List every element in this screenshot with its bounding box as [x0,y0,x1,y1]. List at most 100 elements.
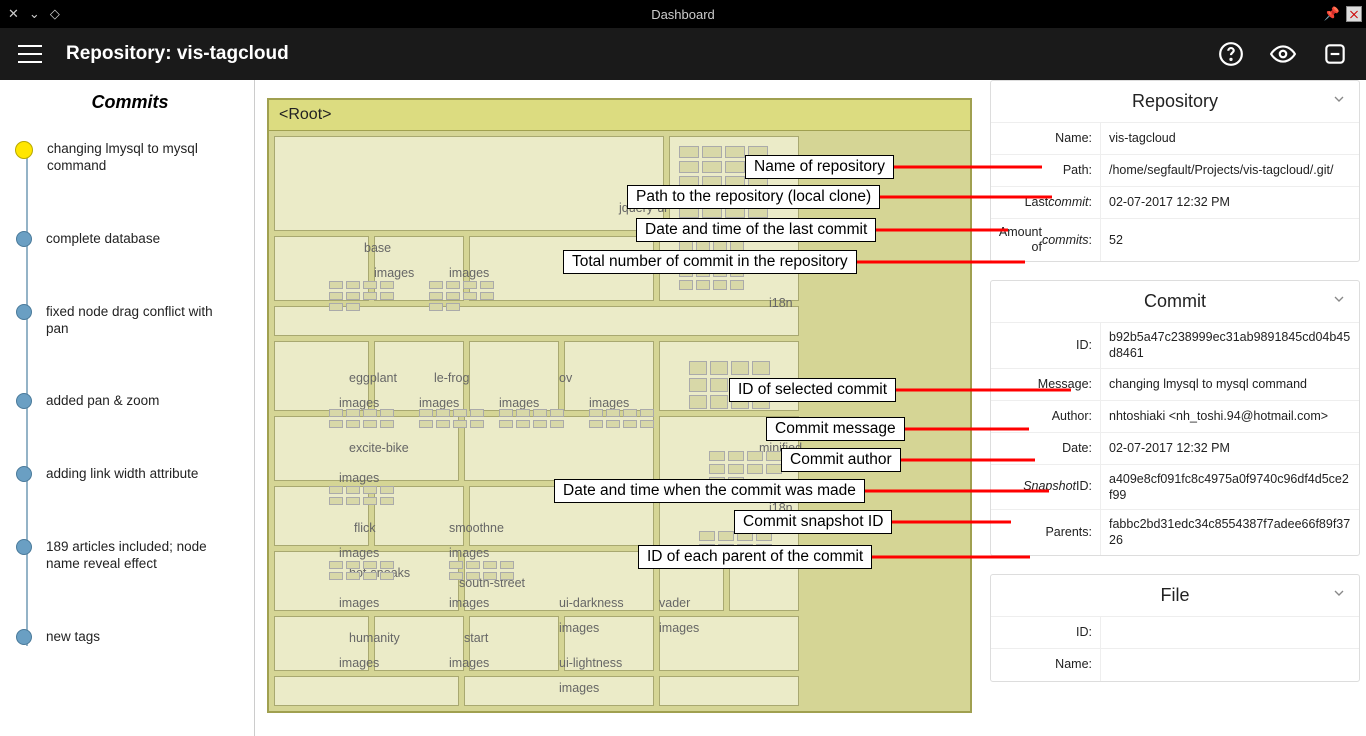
kv-value: fabbc2bd31edc34c8554387f7adee66f89f3726 [1101,510,1359,555]
chevron-down-icon [1331,291,1347,312]
treemap-label: images [449,656,489,670]
annotation-callout: Name of repository [745,155,894,179]
kv-row: Author:nhtoshiaki <nh_toshi.94@hotmail.c… [991,401,1359,433]
annotation-line [872,556,1030,559]
annotation-label: Commit author [781,448,901,472]
treemap-label: vader [659,596,690,610]
repository-panel: Repository Name:vis-tagcloudPath:/home/s… [990,80,1360,262]
sidebar-title: Commits [16,92,244,113]
kv-key: Name: [991,123,1101,154]
treemap-label: le-frog [434,371,469,385]
kv-row: Last commit:02-07-2017 12:32 PM [991,187,1359,219]
annotation-label: Total number of commit in the repository [563,250,857,274]
titlebar: ✕ ⌄ ◇ Dashboard 📌 [0,0,1366,28]
file-panel: File ID:Name: [990,574,1360,682]
commit-item[interactable]: 189 articles included; node name reveal … [16,539,244,573]
annotation-line [896,389,1071,392]
commits-sidebar: Commits changing lmysql to mysql command… [0,80,255,736]
menu-icon[interactable] [18,45,42,63]
treemap-node[interactable] [659,676,799,706]
commit-dot[interactable] [15,141,33,159]
file-rows: ID:Name: [991,617,1359,681]
commit-dot[interactable] [16,466,32,482]
commit-message: complete database [46,231,160,248]
kv-value: nhtoshiaki <nh_toshi.94@hotmail.com> [1101,401,1359,432]
window-max-icon[interactable]: ◇ [50,6,60,22]
kv-value: 52 [1101,219,1359,261]
kv-value: 02-07-2017 12:32 PM [1101,433,1359,464]
treemap-label: ui-lightness [559,656,622,670]
eye-icon[interactable] [1270,41,1296,67]
treemap-label: images [339,471,379,485]
treemap-label: images [449,596,489,610]
page-title: Repository: vis-tagcloud [66,43,289,65]
window-min-icon[interactable]: ⌄ [29,6,40,22]
annotation-callout: Date and time when the commit was made [554,479,865,503]
annotation-callout: Commit snapshot ID [734,510,892,534]
help-icon[interactable] [1218,41,1244,67]
commit-dot[interactable] [16,304,32,320]
treemap-label: images [419,396,459,410]
commit-message: 189 articles included; node name reveal … [46,539,226,573]
commit-item[interactable]: complete database [16,231,244,248]
treemap-label: images [339,396,379,410]
annotation-label: ID of selected commit [729,378,896,402]
annotation-callout: Total number of commit in the repository [563,250,857,274]
chevron-down-icon [1331,585,1347,606]
kv-row: Parents:fabbc2bd31edc34c8554387f7adee66f… [991,510,1359,555]
window-close-button[interactable] [1346,6,1362,22]
kv-row: ID: [991,617,1359,649]
annotation-label: Commit message [766,417,905,441]
treemap-label: images [339,546,379,560]
treemap-label: ov [559,371,572,385]
annotation-line [892,521,1011,524]
annotation-line [894,166,1042,169]
treemap-label: images [659,621,699,635]
treemap-label: eggplant [349,371,397,385]
treemap-label: images [559,621,599,635]
annotation-line [905,428,1029,431]
repository-panel-header[interactable]: Repository [991,81,1359,123]
treemap-label: i18n [769,296,793,310]
kv-row: Amount of commits:52 [991,219,1359,261]
pin-icon[interactable]: 📌 [1324,6,1340,22]
annotation-line [876,229,1008,232]
commit-item[interactable]: fixed node drag conflict with pan [16,304,244,338]
chevron-down-icon [1331,91,1347,112]
commit-dot[interactable] [16,393,32,409]
kv-value: a409e8cf091fc8c4975a0f9740c96df4d5ce2f99 [1101,465,1359,510]
main: Commits changing lmysql to mysql command… [0,80,1366,736]
kv-value [1101,617,1359,648]
commit-rows: ID:b92b5a47c238999ec31ab9891845cd04b45d8… [991,323,1359,555]
commit-panel: Commit ID:b92b5a47c238999ec31ab9891845cd… [990,280,1360,556]
kv-value: 02-07-2017 12:32 PM [1101,187,1359,218]
repository-rows: Name:vis-tagcloudPath:/home/segfault/Pro… [991,123,1359,261]
kv-row: ID:b92b5a47c238999ec31ab9891845cd04b45d8… [991,323,1359,369]
kv-row: Message:changing lmysql to mysql command [991,369,1359,401]
commit-item[interactable]: new tags [16,629,244,646]
treemap-node[interactable] [274,676,459,706]
treemap-node[interactable] [274,136,664,231]
kv-key: ID: [991,323,1101,368]
annotation-callout: Path to the repository (local clone) [627,185,880,209]
kv-value: vis-tagcloud [1101,123,1359,154]
treemap-label: start [464,631,488,645]
treemap-label: images [449,546,489,560]
window-close-icon[interactable]: ✕ [8,6,19,22]
commit-panel-header[interactable]: Commit [991,281,1359,323]
kv-value: b92b5a47c238999ec31ab9891845cd04b45d8461 [1101,323,1359,368]
commit-item[interactable]: added pan & zoom [16,393,244,410]
commit-dot[interactable] [16,629,32,645]
commit-dot[interactable] [16,231,32,247]
minimize-icon[interactable] [1322,41,1348,67]
annotation-label: Path to the repository (local clone) [627,185,880,209]
commit-dot[interactable] [16,539,32,555]
file-panel-header[interactable]: File [991,575,1359,617]
kv-row: Snapshot ID:a409e8cf091fc8c4975a0f9740c9… [991,465,1359,511]
commit-item[interactable]: changing lmysql to mysql command [16,141,244,175]
annotation-label: ID of each parent of the commit [638,545,872,569]
commit-item[interactable]: adding link width attribute [16,466,244,483]
commit-message: adding link width attribute [46,466,198,483]
treemap-label: images [374,266,414,280]
treemap-root-label[interactable]: <Root> [269,100,970,131]
